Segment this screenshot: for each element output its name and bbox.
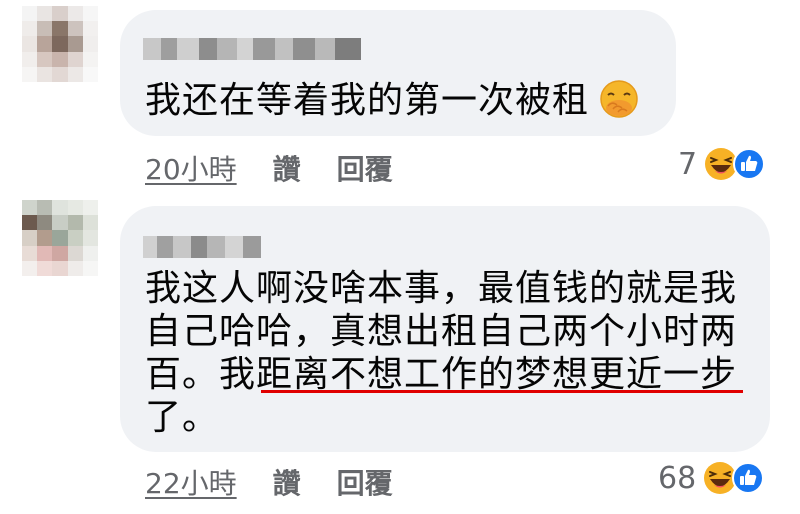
comment-timestamp[interactable]: 22小時 (145, 462, 237, 502)
avatar[interactable] (22, 6, 98, 82)
reply-link[interactable]: 回覆 (337, 148, 393, 188)
reaction-summary[interactable]: 7 (678, 146, 766, 182)
reaction-count: 68 (658, 460, 697, 496)
comment-text-line: 我这人啊没啥本事，最值钱的就是我 (145, 268, 738, 309)
comment-text: 我这人啊没啥本事，最值钱的就是我 自己哈哈，真想出租自己两个小时两 百。我距离不… (145, 267, 737, 439)
comment-text-line: 了。 (145, 397, 220, 438)
avatar[interactable] (22, 200, 98, 276)
commenter-name-redacted[interactable] (143, 236, 261, 258)
comment-text-line: 我还在等着我的第一次被租 (145, 80, 590, 121)
comment-text-line: 自己哈哈，真想出租自己两个小时两 (145, 311, 738, 352)
comment-meta: 22小時 讚 回覆 (145, 462, 393, 502)
comment-meta: 20小時 讚 回覆 (145, 148, 393, 188)
like-link[interactable]: 讚 (273, 462, 301, 502)
commenter-name-redacted[interactable] (143, 38, 361, 60)
reaction-count: 7 (678, 146, 698, 182)
comment-text: 我还在等着我的第一次被租 (145, 79, 639, 122)
comment-timestamp[interactable]: 20小時 (145, 148, 237, 188)
face-with-hand-over-mouth-icon (599, 79, 639, 119)
like-reaction-icon (732, 462, 765, 494)
reaction-summary[interactable]: 68 (658, 460, 765, 496)
like-link[interactable]: 讚 (273, 148, 301, 188)
like-reaction-icon (733, 148, 766, 180)
reply-link[interactable]: 回覆 (337, 462, 393, 502)
highlight-underline (261, 390, 743, 393)
